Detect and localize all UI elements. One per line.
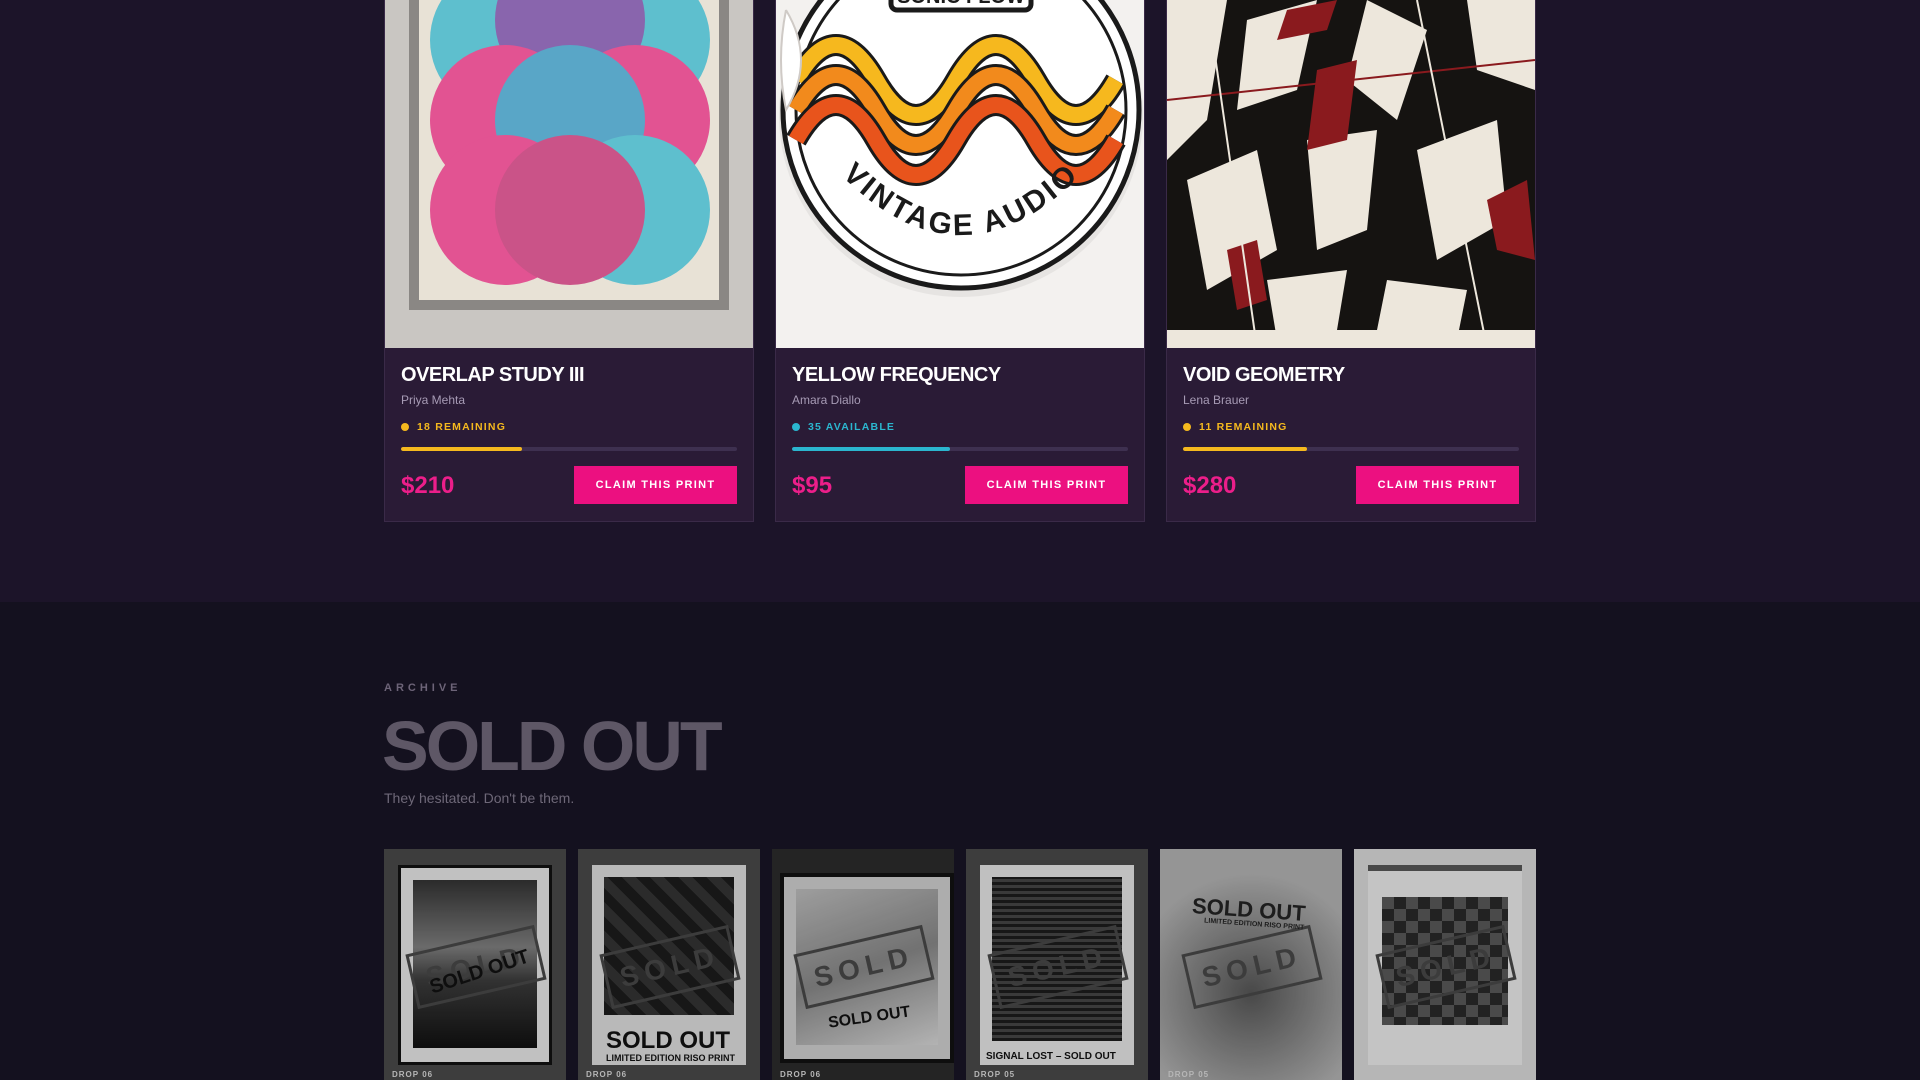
stock-progress-bar: [1183, 447, 1519, 451]
drop-title: VOID GEOMETRY: [1183, 364, 1345, 386]
sold-stamp: SOLD: [793, 924, 935, 1010]
artwork-void-geometry[interactable]: [1167, 0, 1535, 348]
sold-out-tile[interactable]: SOLD SOLD OUT LIMITED EDITION RISO PRINT…: [1160, 849, 1342, 1080]
stock-dot-icon: [792, 423, 800, 431]
drop-label: DROP 06: [392, 1070, 434, 1079]
stock-progress-fill: [1183, 447, 1308, 451]
drop-label: DROP 05: [1362, 1070, 1404, 1079]
claim-print-button[interactable]: CLAIM THIS PRINT: [1356, 466, 1519, 504]
price: $280: [1183, 472, 1237, 499]
stock-progress-fill: [792, 447, 950, 451]
sold-stamp: SOLD: [599, 924, 741, 1010]
stock-progress-fill: [401, 447, 522, 451]
poster-sublabel: LIMITED EDITION RISO PRINT: [606, 1053, 736, 1063]
sold-out-tile[interactable]: SOLD SOLD OUT DROP 06: [772, 849, 954, 1080]
drop-title: OVERLAP STUDY III: [401, 364, 585, 386]
sold-out-tile[interactable]: SOLD SOLD OUT LIMITED EDITION RISO PRINT…: [578, 849, 760, 1080]
stock-label: 11 REMAINING: [1199, 421, 1288, 433]
price: $95: [792, 472, 833, 499]
drop-label: DROP 06: [586, 1070, 628, 1079]
sold-out-tile[interactable]: SOLD SIGNAL LOST – SOLD OUT DROP 05: [966, 849, 1148, 1080]
drop-label: DROP 06: [780, 1070, 822, 1079]
price: $210: [401, 472, 455, 499]
sold-stamp: SOLD: [1375, 924, 1517, 1010]
stock-status: 18 REMAINING: [401, 421, 737, 433]
archive-eyebrow: ARCHIVE: [384, 682, 462, 694]
poster-image: SONIC FLOW VINTAGE AUDIO: [776, 0, 1144, 348]
drop-card: SONIC FLOW VINTAGE AUDIO YELLOW FREQUENC…: [775, 0, 1145, 522]
featured-drops-section: OVERLAP STUDY III Priya Mehta 18 REMAINI…: [0, 0, 1920, 602]
stock-progress-bar: [792, 447, 1128, 451]
archive-subtitle: They hesitated. Don't be them.: [384, 790, 575, 806]
archive-title: SOLD OUT: [382, 707, 723, 785]
sold-stamp: SOLD: [1181, 924, 1323, 1010]
stock-dot-icon: [401, 423, 409, 431]
sold-out-tile[interactable]: SOLD DROP 05: [1354, 849, 1536, 1080]
artist-name: Amara Diallo: [792, 393, 861, 407]
sold-stamp: SOLD: [987, 924, 1129, 1010]
stock-status: 35 AVAILABLE: [792, 421, 1128, 433]
stock-dot-icon: [1183, 423, 1191, 431]
claim-print-button[interactable]: CLAIM THIS PRINT: [965, 466, 1128, 504]
artwork-yellow-frequency[interactable]: SONIC FLOW VINTAGE AUDIO: [776, 0, 1144, 348]
drop-card: OVERLAP STUDY III Priya Mehta 18 REMAINI…: [384, 0, 754, 522]
drop-label: DROP 05: [1168, 1070, 1210, 1079]
poster-image: [1167, 0, 1535, 348]
poster-image: [385, 0, 753, 348]
sticker-top-text: SONIC FLOW: [897, 0, 1025, 8]
drop-card: VOID GEOMETRY Lena Brauer 11 REMAINING $…: [1166, 0, 1536, 522]
artist-name: Lena Brauer: [1183, 393, 1250, 407]
drop-card-list: OVERLAP STUDY III Priya Mehta 18 REMAINI…: [384, 0, 1536, 522]
claim-print-button[interactable]: CLAIM THIS PRINT: [574, 466, 737, 504]
stock-label: 18 REMAINING: [417, 421, 507, 433]
drop-label: DROP 05: [974, 1070, 1016, 1079]
artwork-overlap-study[interactable]: [385, 0, 753, 348]
poster-label: SOLD OUT: [606, 1027, 730, 1054]
stock-status: 11 REMAINING: [1183, 421, 1519, 433]
drop-title: YELLOW FREQUENCY: [792, 364, 1001, 386]
sold-out-grid: SOLD SOLD OUT DROP 06 SOLD SOLD OUT LIMI…: [384, 849, 1536, 1080]
artist-name: Priya Mehta: [401, 393, 466, 407]
stock-label: 35 AVAILABLE: [808, 421, 896, 433]
sold-out-tile[interactable]: SOLD SOLD OUT DROP 06: [384, 849, 566, 1080]
stock-progress-bar: [401, 447, 737, 451]
poster-label: SIGNAL LOST – SOLD OUT: [986, 1051, 1116, 1062]
